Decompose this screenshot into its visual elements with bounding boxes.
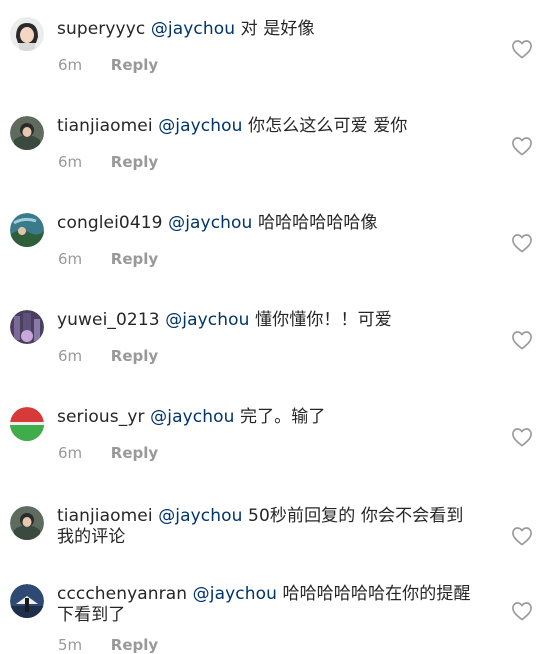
heart-icon[interactable]: [511, 427, 533, 447]
comment-item: serious_yr @jaychou 完了。输了 6m Reply: [0, 388, 545, 485]
comment-text: 哈哈哈哈哈哈像: [257, 213, 378, 233]
avatar[interactable]: [10, 213, 44, 247]
comment-meta: 6m Reply: [58, 444, 158, 462]
comment-meta: 6m Reply: [58, 250, 158, 268]
comment-item: cccchenyanran @jaychou 哈哈哈哈哈哈在你的提醒下看到了 5…: [0, 572, 545, 654]
avatar[interactable]: [10, 310, 44, 344]
comment-item: yuwei_0213 @jaychou 懂你懂你！！可爱 6m Reply: [0, 291, 545, 388]
reply-button[interactable]: Reply: [111, 250, 158, 268]
avatar[interactable]: [10, 407, 44, 441]
comment-username[interactable]: cccchenyanran: [57, 584, 187, 604]
heart-icon[interactable]: [511, 233, 533, 253]
comment-time: 5m: [58, 636, 83, 654]
heart-icon[interactable]: [511, 39, 533, 59]
avatar[interactable]: [10, 17, 44, 51]
comment-text: 懂你懂你！！可爱: [255, 310, 392, 330]
comment-mention[interactable]: @jaychou: [193, 584, 277, 604]
comment-item: tianjiaomei @jaychou 你怎么这么可爱 爱你 6m Reply: [0, 97, 545, 194]
comment-mention[interactable]: @jaychou: [165, 310, 249, 330]
comment-item: tianjiaomei @jaychou 50秒前回复的 你会不会看到我的评论: [0, 485, 545, 572]
comment-time: 6m: [58, 153, 83, 171]
comment-text: 你怎么这么可爱 爱你: [248, 116, 408, 136]
comment-username[interactable]: serious_yr: [57, 407, 145, 427]
comment-username[interactable]: conglei0419: [57, 213, 163, 233]
avatar[interactable]: [10, 584, 44, 618]
reply-button[interactable]: Reply: [111, 636, 158, 654]
comment-body: tianjiaomei @jaychou 你怎么这么可爱 爱你: [57, 116, 487, 137]
comment-body: cccchenyanran @jaychou 哈哈哈哈哈哈在你的提醒下看到了: [57, 584, 482, 626]
reply-button[interactable]: Reply: [111, 56, 158, 74]
comment-text: 对 是好像: [240, 19, 315, 39]
comment-body: tianjiaomei @jaychou 50秒前回复的 你会不会看到我的评论: [57, 506, 477, 548]
comment-username[interactable]: tianjiaomei: [57, 116, 153, 136]
avatar[interactable]: [10, 116, 44, 150]
comment-body: yuwei_0213 @jaychou 懂你懂你！！可爱: [57, 310, 487, 331]
comment-time: 6m: [58, 56, 83, 74]
comment-username[interactable]: superyyyc: [57, 19, 145, 39]
comment-mention[interactable]: @jaychou: [158, 116, 242, 136]
comment-mention[interactable]: @jaychou: [151, 19, 235, 39]
comment-body: superyyyc @jaychou 对 是好像: [57, 19, 487, 40]
comment-meta: 6m Reply: [58, 153, 158, 171]
comment-meta: 5m Reply: [58, 636, 158, 654]
heart-icon[interactable]: [511, 136, 533, 156]
heart-icon[interactable]: [511, 526, 533, 546]
comment-text: 完了。输了: [239, 407, 326, 427]
comment-body: serious_yr @jaychou 完了。输了: [57, 407, 487, 428]
comment-item: conglei0419 @jaychou 哈哈哈哈哈哈像 6m Reply: [0, 194, 545, 291]
comment-mention[interactable]: @jaychou: [150, 407, 234, 427]
avatar[interactable]: [10, 506, 44, 540]
comment-meta: 6m Reply: [58, 56, 158, 74]
comment-username[interactable]: tianjiaomei: [57, 506, 153, 526]
heart-icon[interactable]: [511, 330, 533, 350]
comment-body: conglei0419 @jaychou 哈哈哈哈哈哈像: [57, 213, 487, 234]
comment-meta: 6m Reply: [58, 347, 158, 365]
heart-icon[interactable]: [511, 601, 533, 621]
reply-button[interactable]: Reply: [111, 153, 158, 171]
comment-time: 6m: [58, 347, 83, 365]
comment-username[interactable]: yuwei_0213: [57, 310, 160, 330]
comment-time: 6m: [58, 444, 83, 462]
reply-button[interactable]: Reply: [111, 347, 158, 365]
comment-mention[interactable]: @jaychou: [158, 506, 242, 526]
comment-mention[interactable]: @jaychou: [168, 213, 252, 233]
comment-time: 6m: [58, 250, 83, 268]
reply-button[interactable]: Reply: [111, 444, 158, 462]
comment-item: superyyyc @jaychou 对 是好像 6m Reply: [0, 0, 545, 97]
